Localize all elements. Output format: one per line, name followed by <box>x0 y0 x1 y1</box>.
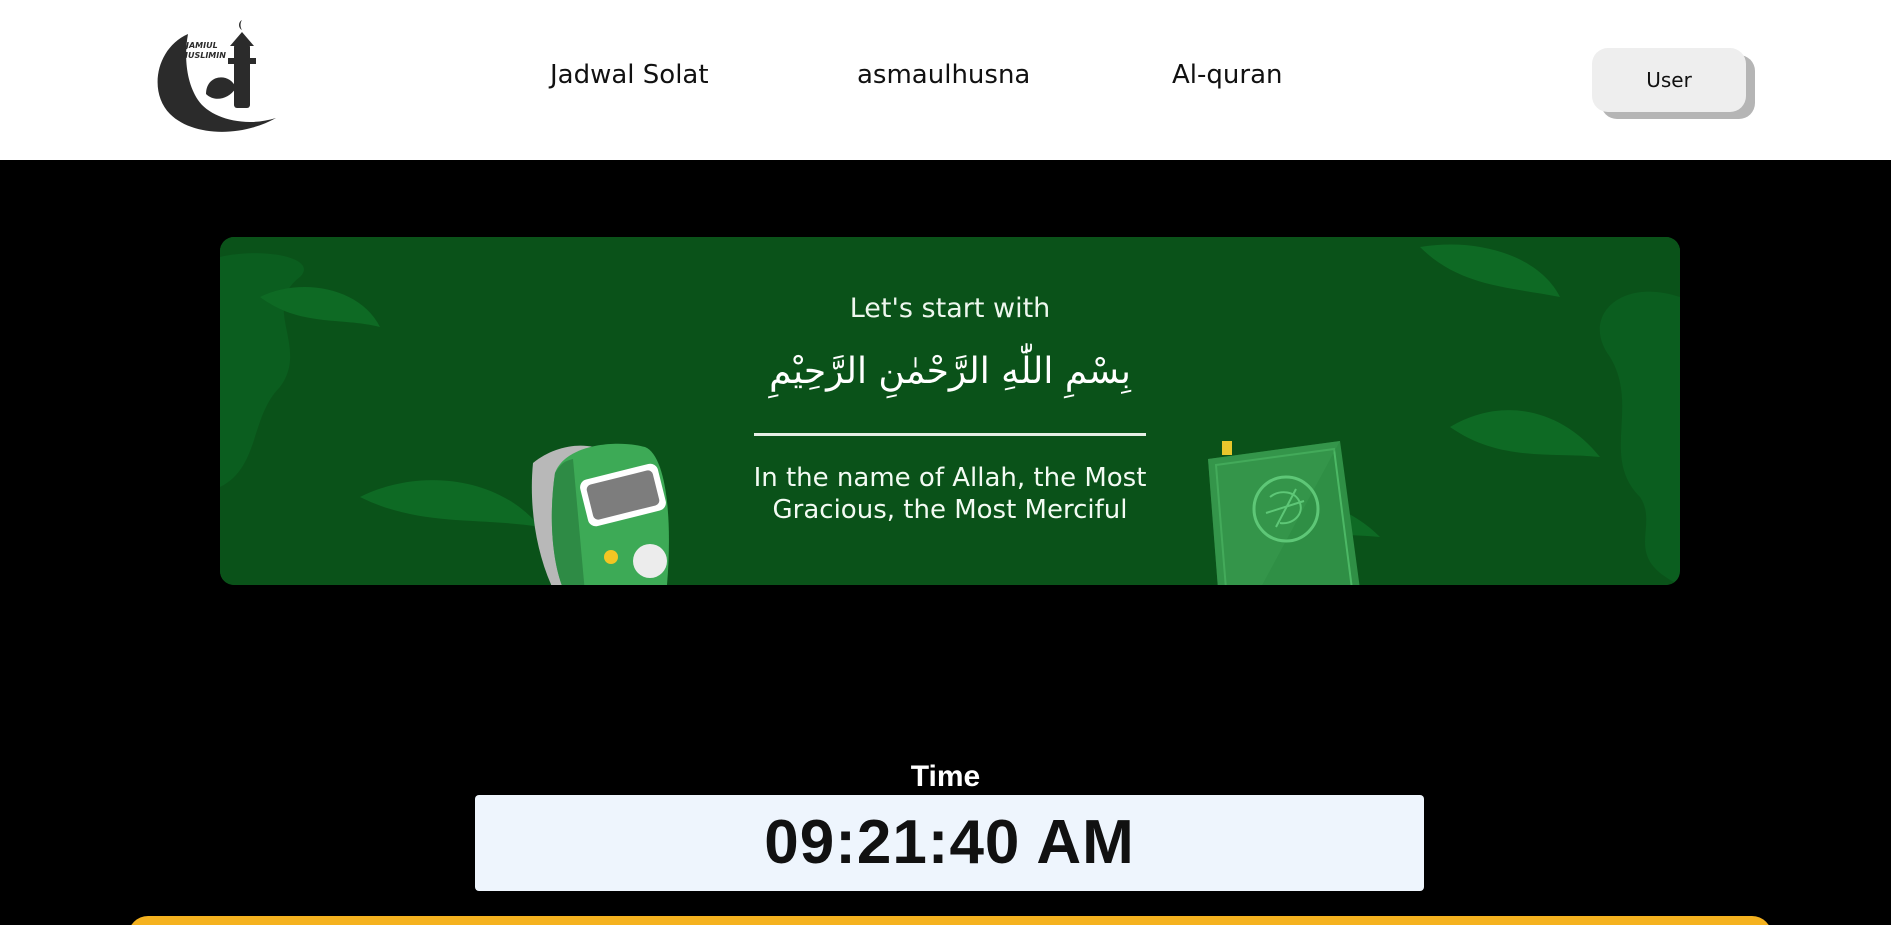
site-header: JAMIUL MUSLIMIN Jadwal Solat asmaulhusna… <box>0 0 1891 160</box>
banner-intro-text: Let's start with <box>849 293 1051 324</box>
logo-text-line2: MUSLIMIN <box>180 51 226 60</box>
accent-bar <box>128 916 1772 925</box>
bismillah-banner: Let's start with بِسْمِ اللّٰهِ الرَّحْم… <box>220 237 1680 585</box>
nav-link-al-quran[interactable]: Al-quran <box>1172 60 1282 90</box>
time-display-box: 09:21:40 AM <box>475 795 1424 891</box>
site-logo[interactable]: JAMIUL MUSLIMIN <box>148 14 282 138</box>
quran-book-icon <box>1208 441 1360 585</box>
tasbih-counter-icon <box>531 443 669 585</box>
user-button[interactable]: User <box>1592 48 1746 112</box>
banner-divider <box>754 433 1146 436</box>
mosque-crescent-logo-icon: JAMIUL MUSLIMIN <box>157 20 276 132</box>
logo-text-line1: JAMIUL <box>184 41 218 50</box>
bismillah-translation-text: In the name of Allah, the Most Gracious,… <box>753 463 1147 525</box>
nav-link-asmaulhusna[interactable]: asmaulhusna <box>857 60 1030 90</box>
time-label: Time <box>910 760 981 793</box>
nav-link-jadwal-solat[interactable]: Jadwal Solat <box>550 60 709 90</box>
bismillah-arabic-text: بِسْمِ اللّٰهِ الرَّحْمٰنِ الرَّحِيْمِ <box>769 351 1131 392</box>
foliage-background-icon <box>220 237 1680 585</box>
current-time-value: 09:21:40 AM <box>764 808 1135 877</box>
